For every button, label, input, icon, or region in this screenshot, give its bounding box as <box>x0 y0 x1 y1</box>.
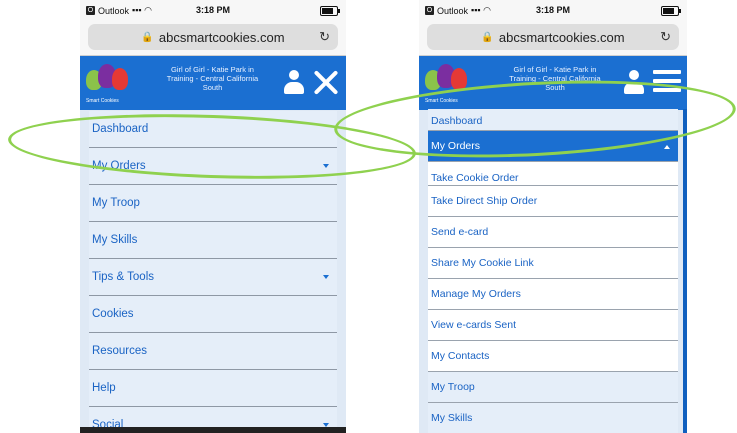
phone-left: O Outlook ▪▪▪ ◠ 3:18 PM 🔒 abcsmartcookies… <box>80 0 346 433</box>
user-icon[interactable] <box>284 70 304 96</box>
menu-item-my-skills[interactable]: My Skills <box>89 222 337 259</box>
menu-item-tips-and-tools[interactable]: Tips & Tools <box>89 259 337 296</box>
bottom-bar <box>80 427 346 433</box>
submenu-item-take-direct-ship-order[interactable]: Take Direct Ship Order <box>428 186 678 217</box>
submenu-item-share-my-cookie-link[interactable]: Share My Cookie Link <box>428 248 678 279</box>
site-header: Smart Cookies Girl of Girl - Katie Park … <box>80 56 346 110</box>
submenu-item-send-e-card[interactable]: Send e-card <box>428 217 678 248</box>
lock-icon: 🔒 <box>481 31 494 43</box>
status-bar: O Outlook ▪▪▪ ◠ 3:18 PM <box>80 0 346 21</box>
chevron-down-icon[interactable] <box>323 164 329 168</box>
submenu-item-manage-my-orders[interactable]: Manage My Orders <box>428 279 678 310</box>
smart-cookies-logo[interactable]: Smart Cookies <box>425 62 471 104</box>
url-row: 🔒 abcsmartcookies.com ↻ <box>80 21 346 56</box>
nav-menu: Dashboard My Orders My Troop My Skills Tips … <box>89 111 337 433</box>
reload-icon[interactable]: ↻ <box>660 29 671 45</box>
status-bar: O Outlook ▪▪▪ ◠ 3:18 PM <box>419 0 687 21</box>
reload-icon[interactable]: ↻ <box>319 29 330 45</box>
lock-icon: 🔒 <box>141 31 154 43</box>
chevron-up-icon[interactable] <box>664 145 670 149</box>
menu-item-my-orders[interactable]: My Orders <box>428 131 678 162</box>
menu-item-cookies[interactable]: Cookies <box>89 296 337 333</box>
phone-right: O Outlook ▪▪▪ ◠ 3:18 PM 🔒 abcsmartcookies… <box>419 0 687 433</box>
menu-right-border <box>683 109 687 433</box>
close-icon[interactable] <box>312 68 340 96</box>
submenu-item-take-cookie-order[interactable]: Take Cookie Order <box>428 162 678 186</box>
logo-text: Smart Cookies <box>86 98 119 104</box>
smart-cookies-logo[interactable]: Smart Cookies <box>86 62 132 104</box>
menu-item-dashboard[interactable]: Dashboard <box>428 109 678 131</box>
battery-icon <box>661 6 681 16</box>
menu-item-my-troop[interactable]: My Troop <box>428 372 678 403</box>
url-text: abcsmartcookies.com <box>158 29 285 45</box>
address-bar[interactable]: 🔒 abcsmartcookies.com ↻ <box>427 24 679 50</box>
url-text: abcsmartcookies.com <box>498 29 625 45</box>
clock: 3:18 PM <box>195 5 230 15</box>
hamburger-menu-icon[interactable] <box>653 70 681 94</box>
menu-item-dashboard[interactable]: Dashboard <box>89 111 337 148</box>
menu-item-my-troop[interactable]: My Troop <box>89 185 337 222</box>
troop-info: Girl of Girl - Katie Park in Training - … <box>509 65 601 92</box>
chevron-down-icon[interactable] <box>323 275 329 279</box>
submenu-item-view-e-cards-sent[interactable]: View e-cards Sent <box>428 310 678 341</box>
menu-item-resources[interactable]: Resources <box>89 333 337 370</box>
submenu-item-my-contacts[interactable]: My Contacts <box>428 341 678 372</box>
battery-icon <box>320 6 340 16</box>
nav-menu: Dashboard My Orders Take Cookie Order Ta… <box>428 109 678 433</box>
menu-item-my-orders[interactable]: My Orders <box>89 148 337 185</box>
logo-text: Smart Cookies <box>425 98 458 104</box>
troop-info: Girl of Girl - Katie Park in Training - … <box>166 65 259 92</box>
menu-item-my-skills[interactable]: My Skills <box>428 403 678 433</box>
url-row: 🔒 abcsmartcookies.com ↻ <box>419 21 687 56</box>
clock: 3:18 PM <box>535 5 570 15</box>
menu-item-help[interactable]: Help <box>89 370 337 407</box>
address-bar[interactable]: 🔒 abcsmartcookies.com ↻ <box>88 24 338 50</box>
site-header: Smart Cookies Girl of Girl - Katie Park … <box>419 56 687 110</box>
user-icon[interactable] <box>624 70 644 96</box>
